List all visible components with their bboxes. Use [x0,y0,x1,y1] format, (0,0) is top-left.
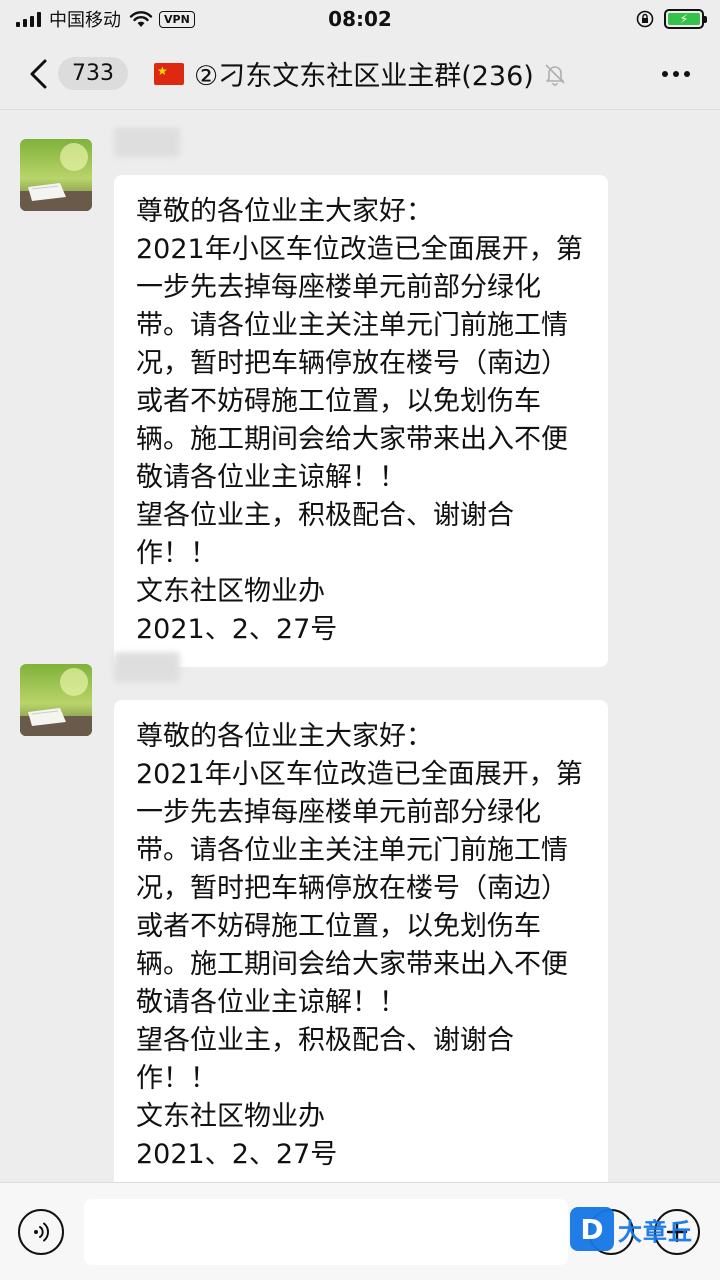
status-bar: 中国移动 VPN 08:02 ⚡ [0,0,720,38]
signal-strength-icon [16,11,41,27]
chevron-left-icon [30,59,47,88]
wifi-icon [129,11,153,27]
more-dot-icon [684,70,690,77]
voice-wave-icon [34,1222,50,1242]
watermark-logo: D 大章丘 [570,1204,720,1254]
back-button[interactable] [18,54,58,94]
voice-input-button[interactable] [18,1209,64,1255]
orientation-lock-icon [636,10,654,28]
avatar-image [20,664,92,736]
sender-name [114,652,180,682]
mute-bell-icon [545,63,565,86]
watermark-text: 大章丘 [618,1217,693,1246]
carrier-name: 中国移动 [49,10,121,31]
avatar[interactable] [20,664,92,736]
message-list[interactable]: 尊敬的各位业主大家好： 2021年小区车位改造已全面展开，第一步先去掉每座楼单元… [0,111,720,1192]
watermark-d-icon: D [570,1207,614,1251]
more-dot-icon [673,70,679,77]
chat-header: 733 ②刁东文东社区业主群(236) [0,38,720,110]
more-options-button[interactable] [662,70,690,77]
more-dot-icon [662,70,668,77]
battery-icon: ⚡ [664,9,707,29]
charging-bolt-icon: ⚡ [668,13,700,25]
message-bubble[interactable]: 尊敬的各位业主大家好： 2021年小区车位改造已全面展开，第一步先去掉每座楼单元… [114,175,608,667]
vpn-badge: VPN [159,10,195,28]
avatar[interactable] [20,139,92,211]
unread-count-badge[interactable]: 733 [58,57,128,90]
china-flag-icon [154,62,184,85]
chat-title-text: ②刁东文东社区业主群(236) [194,61,534,92]
sender-name [114,127,180,157]
chat-title[interactable]: ②刁东文东社区业主群(236) [154,54,568,93]
message-input[interactable] [84,1199,568,1265]
message-item: 尊敬的各位业主大家好： 2021年小区车位改造已全面展开，第一步先去掉每座楼单元… [0,652,720,1192]
message-bubble[interactable]: 尊敬的各位业主大家好： 2021年小区车位改造已全面展开，第一步先去掉每座楼单元… [114,700,608,1192]
message-item: 尊敬的各位业主大家好： 2021年小区车位改造已全面展开，第一步先去掉每座楼单元… [0,127,720,667]
avatar-image [20,139,92,211]
